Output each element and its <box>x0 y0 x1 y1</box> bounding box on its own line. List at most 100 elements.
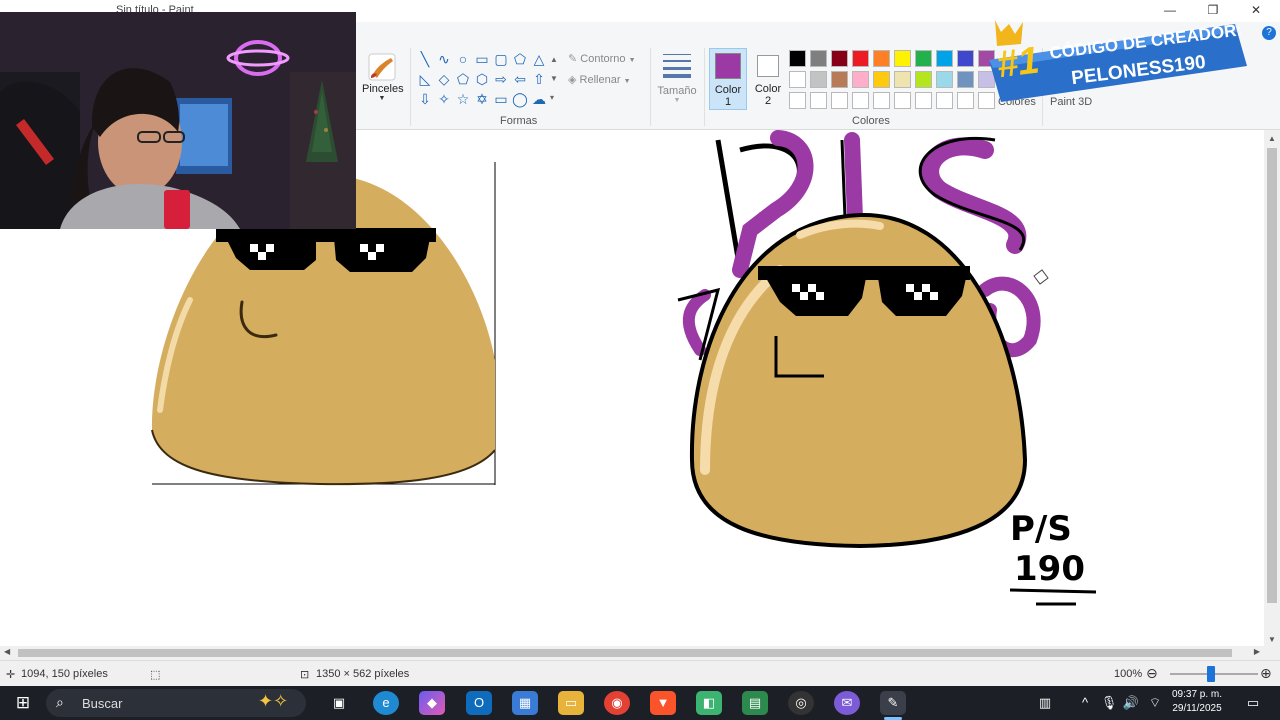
vertical-scrollbar[interactable]: ▲ ▼ <box>1264 130 1280 646</box>
color2-button[interactable]: Color 2 <box>750 48 786 110</box>
palette-swatch[interactable] <box>852 50 869 67</box>
messenger-icon[interactable]: ✉ <box>834 691 860 715</box>
minimize-icon[interactable]: — <box>1150 0 1190 22</box>
palette-swatch[interactable] <box>852 71 869 88</box>
outline-dropdown[interactable]: ✎ Contorno ▼ <box>568 52 636 65</box>
network-icon[interactable]: ⌔ <box>1142 691 1168 715</box>
zoom-in-icon[interactable]: ⊕ <box>1260 665 1272 682</box>
horizontal-scrollbar[interactable]: ◀ ▶ <box>0 646 1264 660</box>
taskbar-search[interactable]: ⌕ Buscar ✦✧ <box>46 689 306 717</box>
edge-icon[interactable]: e <box>373 691 399 715</box>
clock[interactable]: 09:37 p. m. 29/11/2025 <box>1166 688 1228 716</box>
pentagon-shape-icon[interactable]: ⬠ <box>454 70 472 88</box>
left-arrow-shape-icon[interactable]: ⇦ <box>511 70 529 88</box>
color2-swatch <box>757 55 779 77</box>
shapes-gallery[interactable]: ╲ ∿ ○ ▭ ▢ ⬠ △ ◺ ◇ ⬠ ⬡ ⇨ ⇦ ⇧ ⇩ ✧ ☆ ✡ ▭ ◯ … <box>414 50 562 110</box>
palette-swatch[interactable] <box>831 71 848 88</box>
palette-swatch[interactable] <box>936 92 953 109</box>
four-point-star-shape-icon[interactable]: ✧ <box>435 90 453 108</box>
oval-shape-icon[interactable]: ○ <box>454 50 472 68</box>
palette-swatch[interactable] <box>873 92 890 109</box>
brave-icon[interactable]: ▼ <box>650 691 676 715</box>
palette-swatch[interactable] <box>957 71 974 88</box>
color-palette <box>789 50 995 112</box>
show-hidden-icons[interactable]: ^ <box>1072 691 1098 715</box>
palette-swatch[interactable] <box>873 71 890 88</box>
scroll-right-icon[interactable]: ▶ <box>1254 647 1260 656</box>
palette-swatch[interactable] <box>915 71 932 88</box>
diamond-shape-icon[interactable]: ◇ <box>435 70 453 88</box>
palette-swatch[interactable] <box>873 50 890 67</box>
palette-swatch[interactable] <box>915 50 932 67</box>
palette-swatch[interactable] <box>789 92 806 109</box>
rectangle-shape-icon[interactable]: ▭ <box>473 50 491 68</box>
right-triangle-shape-icon[interactable]: ◺ <box>416 70 434 88</box>
cloud-callout-shape-icon[interactable]: ☁ <box>530 90 548 108</box>
scroll-down-icon[interactable]: ▼ <box>1268 635 1276 644</box>
obs-icon[interactable]: ◎ <box>788 691 814 715</box>
close-icon[interactable]: ✕ <box>1236 0 1276 22</box>
palette-swatch[interactable] <box>831 92 848 109</box>
palette-swatch[interactable] <box>831 50 848 67</box>
zoom-slider-thumb[interactable] <box>1207 666 1215 682</box>
brushes-button[interactable]: Pinceles ▼ <box>362 50 404 110</box>
search-placeholder: Buscar <box>82 696 123 711</box>
brushes-label: Pinceles <box>362 83 404 95</box>
palette-swatch[interactable] <box>810 50 827 67</box>
up-arrow-shape-icon[interactable]: ⇧ <box>530 70 548 88</box>
palette-swatch[interactable] <box>957 50 974 67</box>
spreadsheet-app-icon[interactable]: ▤ <box>742 691 768 715</box>
six-point-star-shape-icon[interactable]: ✡ <box>473 90 491 108</box>
copilot-icon[interactable]: ◆ <box>419 691 445 715</box>
oval-callout-shape-icon[interactable]: ◯ <box>511 90 529 108</box>
task-view-icon[interactable]: ▣ <box>326 691 352 715</box>
color1-button[interactable]: Color 1 <box>709 48 747 110</box>
palette-swatch[interactable] <box>810 71 827 88</box>
scroll-left-icon[interactable]: ◀ <box>4 647 10 656</box>
palette-swatch[interactable] <box>894 50 911 67</box>
palette-swatch[interactable] <box>915 92 932 109</box>
palette-swatch[interactable] <box>936 50 953 67</box>
notifications-icon[interactable]: ▭ <box>1240 691 1266 715</box>
palette-swatch[interactable] <box>936 71 953 88</box>
status-bar: ✛ 1094, 150 píxeles ⬚ ⊡ 1350 × 562 píxel… <box>0 660 1280 686</box>
search-icon: ⌕ <box>56 694 64 710</box>
size-button[interactable]: Tamaño ▼ <box>656 50 698 104</box>
outline-label: Contorno <box>580 53 626 65</box>
palette-swatch[interactable] <box>957 92 974 109</box>
five-point-star-shape-icon[interactable]: ☆ <box>454 90 472 108</box>
fill-dropdown[interactable]: ◈ Rellenar ▼ <box>568 73 631 86</box>
palette-swatch[interactable] <box>894 71 911 88</box>
palette-swatch[interactable] <box>894 92 911 109</box>
store-icon[interactable]: ▦ <box>512 691 538 715</box>
hexagon-shape-icon[interactable]: ⬡ <box>473 70 491 88</box>
down-arrow-shape-icon[interactable]: ⇩ <box>416 90 434 108</box>
palette-swatch[interactable] <box>852 92 869 109</box>
chrome-icon[interactable]: ◉ <box>604 691 630 715</box>
help-icon[interactable]: ? <box>1262 26 1276 40</box>
rounded-callout-shape-icon[interactable]: ▭ <box>492 90 510 108</box>
rounded-rectangle-shape-icon[interactable]: ▢ <box>492 50 510 68</box>
windows-start-icon[interactable]: ⊞ <box>10 691 36 715</box>
restore-icon[interactable]: ❐ <box>1193 0 1233 22</box>
triangle-shape-icon[interactable]: △ <box>530 50 548 68</box>
volume-icon[interactable]: 🔊 <box>1118 691 1144 715</box>
scroll-thumb[interactable] <box>18 649 1232 657</box>
line-shape-icon[interactable]: ╲ <box>416 50 434 68</box>
outlook-icon[interactable]: O <box>466 691 492 715</box>
palette-swatch[interactable] <box>789 71 806 88</box>
bluestacks-icon[interactable]: ◧ <box>696 691 722 715</box>
polygon-shape-icon[interactable]: ⬠ <box>511 50 529 68</box>
fill-label: Rellenar <box>579 74 621 86</box>
scroll-thumb[interactable] <box>1267 148 1277 603</box>
zoom-out-icon[interactable]: ⊖ <box>1146 665 1158 682</box>
palette-swatch[interactable] <box>789 50 806 67</box>
paint-icon[interactable]: ✎ <box>880 691 906 715</box>
file-explorer-icon[interactable]: ▭ <box>558 691 584 715</box>
right-arrow-shape-icon[interactable]: ⇨ <box>492 70 510 88</box>
scroll-up-icon[interactable]: ▲ <box>1264 134 1280 143</box>
curve-shape-icon[interactable]: ∿ <box>435 50 453 68</box>
gallery-scroll[interactable]: ▲ ▼ ▾ <box>550 50 560 108</box>
task-manager-icon[interactable]: ▥ <box>1032 691 1058 715</box>
palette-swatch[interactable] <box>810 92 827 109</box>
